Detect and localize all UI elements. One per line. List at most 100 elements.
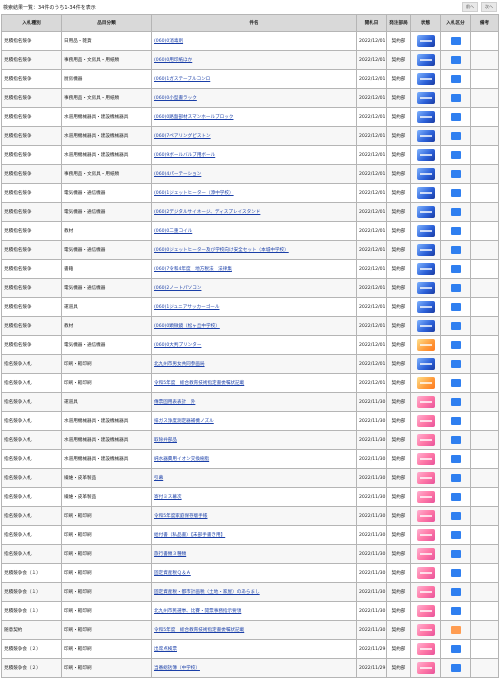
title-link[interactable]: (060)7令和4年度 地方税法 法律集 — [154, 267, 232, 272]
cell-dept: 契約部 — [386, 392, 411, 412]
status-icon[interactable] — [416, 624, 435, 636]
title-link[interactable]: (060)1ガステーブルコンロ — [154, 77, 210, 82]
col-header-title[interactable]: 件名 — [151, 14, 357, 32]
cell-date: 2022/12/01 — [356, 202, 387, 222]
table-row: 見積指名競争 水道用機械器具・建設機械器具 (060)0路盤部材スマンホールブロック… — [1, 107, 499, 127]
status-icon[interactable] — [416, 92, 435, 104]
status-icon[interactable] — [416, 35, 435, 47]
title-link[interactable]: (060)9ボールバルブ用ボール — [154, 153, 215, 158]
status-icon[interactable] — [416, 206, 435, 218]
status-icon[interactable] — [416, 491, 435, 503]
col-header-date[interactable]: 開札日 — [356, 14, 387, 32]
table-row: 指名競争入札 運道具 傳票固用表表計 外 2022/11/30 契約部 — [1, 392, 499, 412]
title-link[interactable]: 北九州市民選挙、比賽・開票事務指示要領 — [154, 609, 241, 614]
title-link[interactable]: (060)2ノートパソコン — [154, 286, 201, 291]
status-icon[interactable] — [416, 662, 435, 674]
title-link[interactable]: (060)0小型書ラック — [154, 96, 197, 101]
status-icon[interactable] — [416, 358, 435, 370]
bid-type-badge — [450, 303, 461, 311]
title-link[interactable]: (060)0顕微鏡（松ヶ丘中学校） — [154, 324, 220, 329]
status-icon[interactable] — [416, 225, 435, 237]
status-icon[interactable] — [416, 339, 435, 351]
title-link[interactable]: (060)4パーテーション — [154, 172, 201, 177]
status-icon[interactable] — [416, 453, 435, 465]
title-link[interactable]: 令和5年度 総合教育技術指定書委嘱状記載 — [154, 628, 244, 633]
status-icon[interactable] — [416, 643, 435, 655]
bid-type-badge — [450, 360, 461, 368]
bid-type-badge — [450, 56, 461, 64]
cell-method: 指名競争入札 — [1, 468, 62, 488]
title-link[interactable]: 当番総括簿（中学校） — [154, 666, 200, 671]
status-icon[interactable] — [416, 111, 435, 123]
status-icon[interactable] — [416, 54, 435, 66]
title-link[interactable]: (060)0用印紙ほか — [154, 58, 192, 63]
cell-status — [410, 449, 441, 469]
cell-title: 引幕 — [151, 468, 357, 488]
status-icon[interactable] — [416, 244, 435, 256]
title-link[interactable]: (060)0ジェットヒーター及び学校向け安全セット（本城中学校） — [154, 248, 289, 253]
cell-dept: 契約部 — [386, 639, 411, 659]
title-link[interactable]: (060)0二重コイル — [154, 229, 192, 234]
title-link[interactable]: 固定資産税・都市計画税（土地・家屋）のあらまし — [154, 590, 260, 595]
title-link[interactable]: 出席点検票 — [154, 647, 177, 652]
status-icon[interactable] — [416, 73, 435, 85]
title-link[interactable]: 令和5年度家庭保存版手帳 — [154, 514, 207, 519]
title-link[interactable]: 北九州市男女共同参画局 — [154, 362, 205, 367]
status-icon[interactable] — [416, 377, 435, 389]
bid-type-badge — [450, 550, 461, 558]
title-link[interactable]: 寄付ミス幕次 — [154, 495, 182, 500]
prev-page-button[interactable]: 前へ — [462, 2, 478, 12]
status-icon[interactable] — [416, 130, 435, 142]
status-icon[interactable] — [416, 586, 435, 598]
status-icon[interactable] — [416, 415, 435, 427]
title-link[interactable]: 旅行書類３種類 — [154, 552, 186, 557]
title-link[interactable]: 取除弁部品 — [154, 438, 177, 443]
title-link[interactable]: (060)1ジェットヒーター（添中学校） — [154, 191, 234, 196]
status-icon[interactable] — [416, 472, 435, 484]
col-header-method[interactable]: 入札種別 — [1, 14, 62, 32]
status-icon[interactable] — [416, 168, 435, 180]
table-row: 指名競争入札 印刷・軽印刷 給付書（私品書）【未部手書き用】 2022/11/30 契約… — [1, 525, 499, 545]
table-row: 見積指名競争 日用品・雑貨 (060)0消毒剤 2022/12/01 契約部 — [1, 31, 499, 51]
title-link[interactable]: 固定資産税Ｑ＆Ａ — [154, 571, 191, 576]
status-icon[interactable] — [416, 510, 435, 522]
title-link[interactable]: 令和5年度 総合教育技術指定書委嘱状記載 — [154, 381, 244, 386]
title-link[interactable]: 純水器費用イオン交換樹脂 — [154, 457, 209, 462]
status-icon[interactable] — [416, 396, 435, 408]
col-header-note[interactable]: 備考 — [470, 14, 499, 32]
title-link[interactable]: 給付書（私品書）【未部手書き用】 — [154, 533, 225, 538]
cell-kind — [440, 525, 471, 545]
cell-status — [410, 316, 441, 336]
title-link[interactable]: (060)0大判プリンター — [154, 343, 201, 348]
title-link[interactable]: (060)0消毒剤 — [154, 39, 183, 44]
cell-title: (060)7令和4年度 地方税法 法律集 — [151, 259, 357, 279]
col-header-category[interactable]: 品目分類 — [61, 14, 152, 32]
bid-type-badge — [450, 398, 461, 406]
status-icon[interactable] — [416, 548, 435, 560]
status-icon[interactable] — [416, 187, 435, 199]
status-icon[interactable] — [416, 605, 435, 617]
status-icon[interactable] — [416, 301, 435, 313]
status-icon[interactable] — [416, 434, 435, 446]
title-link[interactable]: (060)7ペアリングピストン — [154, 134, 211, 139]
cell-note — [470, 411, 499, 431]
status-icon[interactable] — [416, 567, 435, 579]
title-link[interactable]: (060)0路盤部材スマンホールブロック — [154, 115, 233, 120]
col-header-kind[interactable]: 入札区分 — [440, 14, 471, 32]
col-header-dept[interactable]: 発注部局 — [386, 14, 411, 32]
title-link[interactable]: 排ガス浄度測定器補機ノズル — [154, 419, 214, 424]
status-icon[interactable] — [416, 149, 435, 161]
col-header-status[interactable]: 状態 — [410, 14, 441, 32]
status-icon[interactable] — [416, 263, 435, 275]
next-page-button[interactable]: 次へ — [481, 2, 497, 12]
title-link[interactable]: 引幕 — [154, 476, 163, 481]
cell-date: 2022/11/30 — [356, 487, 387, 507]
status-icon[interactable] — [416, 282, 435, 294]
title-link[interactable]: (060)2デジタルサイネージ、ディスプレイスタンド — [154, 210, 260, 215]
status-icon[interactable] — [416, 529, 435, 541]
status-icon[interactable] — [416, 320, 435, 332]
title-link[interactable]: (060)1ジュニアサッカーゴール — [154, 305, 220, 310]
cell-note — [470, 658, 499, 678]
title-link[interactable]: 傳票固用表表計 外 — [154, 400, 195, 405]
cell-category: 水道用機械器具・建設機械器具 — [61, 411, 152, 431]
